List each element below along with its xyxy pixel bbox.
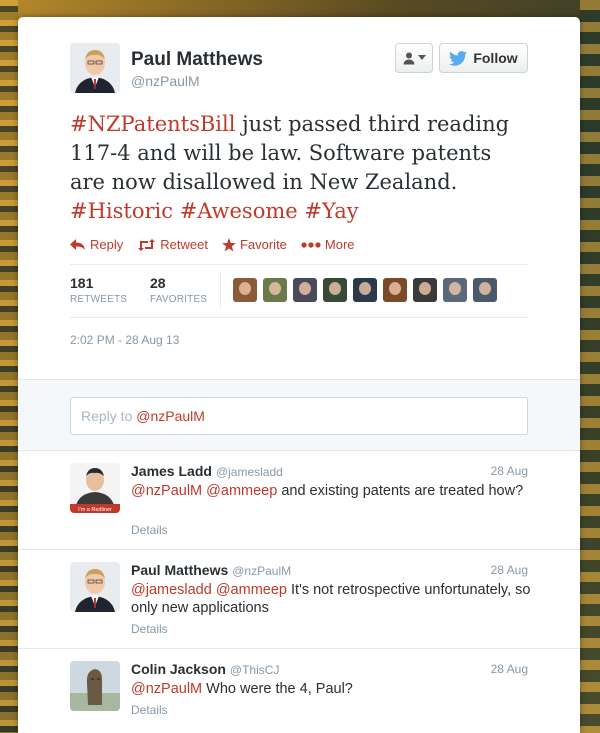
- reply-avatar[interactable]: I'm a Redliner: [70, 463, 120, 513]
- favoriter-avatar[interactable]: [383, 278, 407, 302]
- reply-avatar[interactable]: [70, 562, 120, 612]
- reply-mentions[interactable]: @jamesladd @ammeep: [131, 582, 287, 598]
- reply-details-link[interactable]: Details: [131, 523, 168, 537]
- favorite-action[interactable]: Favorite: [221, 237, 287, 252]
- tweet-stats: 181 RETWEETS 28 FAVORITES: [70, 264, 528, 318]
- favoriter-avatars: [233, 278, 497, 302]
- tweet-timestamp[interactable]: 2:02 PM - 28 Aug 13: [70, 333, 179, 347]
- background-decor-left: [0, 0, 18, 733]
- favoriter-avatar[interactable]: [443, 278, 467, 302]
- retweets-label: RETWEETS: [70, 294, 128, 305]
- reply-name-text: James Ladd: [131, 463, 212, 479]
- reply-handle: @ThisCJ: [229, 663, 280, 677]
- reply-mention: @nzPaulM: [136, 408, 205, 424]
- reply-text: @nzPaulM Who were the 4, Paul?: [131, 680, 531, 698]
- favoriter-avatar[interactable]: [413, 278, 437, 302]
- user-actions-button[interactable]: [395, 43, 433, 73]
- reply-body: and existing patents are treated how?: [277, 483, 524, 499]
- reply-date[interactable]: 28 Aug: [491, 563, 528, 577]
- tweet-text: #NZPatentsBill just passed third reading…: [70, 110, 530, 226]
- hashtag-nzpatentsbill[interactable]: #NZPatentsBill: [70, 112, 235, 136]
- reply-date[interactable]: 28 Aug: [491, 662, 528, 676]
- user-icon: [403, 52, 415, 65]
- retweets-stat[interactable]: 181 RETWEETS: [70, 275, 127, 305]
- author-name[interactable]: Paul Matthews: [131, 49, 263, 71]
- tweet-text-space: [173, 199, 180, 223]
- reply-action[interactable]: Reply: [70, 237, 123, 252]
- reply-name-text: Colin Jackson: [131, 661, 226, 677]
- retweet-label: Retweet: [160, 237, 208, 252]
- tweet-actions: Reply Retweet Favorite More: [70, 237, 355, 252]
- reply-input[interactable]: Reply to @nzPaulM: [70, 397, 528, 435]
- more-label: More: [324, 237, 355, 252]
- reply-details-link[interactable]: Details: [131, 703, 168, 717]
- reply-avatar[interactable]: [70, 661, 120, 711]
- author-handle[interactable]: @nzPaulM: [131, 73, 200, 89]
- favorites-count: 28: [150, 275, 166, 291]
- reply-prefix: Reply to: [81, 408, 137, 424]
- retweet-icon: [138, 238, 156, 251]
- hashtag-yay[interactable]: #Yay: [304, 199, 358, 223]
- favoriter-avatar[interactable]: [473, 278, 497, 302]
- favoriter-avatar[interactable]: [323, 278, 347, 302]
- reply-area: Reply to @nzPaulM: [18, 379, 580, 451]
- hashtag-historic[interactable]: #Historic: [70, 199, 173, 223]
- replies-list: I'm a Redliner James Ladd @jamesladd 28 A…: [18, 451, 580, 733]
- reply-mentions[interactable]: @nzPaulM @ammeep: [131, 483, 277, 499]
- reply-mentions[interactable]: @nzPaulM: [131, 681, 202, 697]
- background-decor-right: [580, 0, 600, 733]
- twitter-bird-icon: [449, 50, 468, 66]
- follow-label: Follow: [473, 50, 518, 66]
- favoriter-avatar[interactable]: [293, 278, 317, 302]
- star-icon: [221, 237, 236, 251]
- reply-author-name[interactable]: James Ladd @jamesladd: [131, 463, 283, 479]
- favoriter-avatar[interactable]: [263, 278, 287, 302]
- tweet-card: Paul Matthews @nzPaulM Follow #NZPatents…: [18, 17, 580, 733]
- more-action[interactable]: More: [301, 237, 355, 252]
- reply-author-name[interactable]: Colin Jackson @ThisCJ: [131, 661, 279, 677]
- stats-divider: [220, 273, 221, 309]
- favorite-label: Favorite: [239, 237, 287, 252]
- reply-label: Reply: [90, 237, 124, 252]
- reply-details-link[interactable]: Details: [131, 622, 168, 636]
- svg-text:I'm a Redliner: I'm a Redliner: [78, 507, 112, 513]
- follow-button[interactable]: Follow: [439, 43, 528, 73]
- reply-item[interactable]: I'm a Redliner James Ladd @jamesladd 28 A…: [18, 451, 580, 550]
- reply-author-name[interactable]: Paul Matthews @nzPaulM: [131, 562, 291, 578]
- main-tweet: Paul Matthews @nzPaulM Follow #NZPatents…: [18, 17, 580, 379]
- reply-body: Who were the 4, Paul?: [202, 681, 353, 697]
- reply-text: @jamesladd @ammeep It's not retrospectiv…: [131, 581, 531, 617]
- reply-handle: @jamesladd: [215, 465, 283, 479]
- retweets-count: 181: [70, 275, 94, 291]
- favorites-label: FAVORITES: [150, 294, 208, 305]
- caret-down-icon: [418, 55, 426, 60]
- reply-date[interactable]: 28 Aug: [491, 464, 528, 478]
- reply-item[interactable]: Paul Matthews @nzPaulM 28 Aug @jamesladd …: [18, 550, 580, 649]
- retweet-action[interactable]: Retweet: [137, 237, 208, 252]
- reply-name-text: Paul Matthews: [131, 562, 229, 578]
- hashtag-awesome[interactable]: #Awesome: [180, 199, 298, 223]
- more-dots-icon: [301, 241, 321, 248]
- favoriter-avatar[interactable]: [353, 278, 377, 302]
- reply-text: @nzPaulM @ammeep and existing patents ar…: [131, 482, 531, 500]
- author-avatar[interactable]: [70, 43, 120, 93]
- favoriter-avatar[interactable]: [233, 278, 257, 302]
- reply-handle: @nzPaulM: [232, 564, 292, 578]
- favorites-stat[interactable]: 28 FAVORITES: [150, 275, 207, 305]
- reply-icon: [70, 238, 85, 250]
- reply-item[interactable]: Colin Jackson @ThisCJ 28 Aug @nzPaulM Who…: [18, 649, 580, 733]
